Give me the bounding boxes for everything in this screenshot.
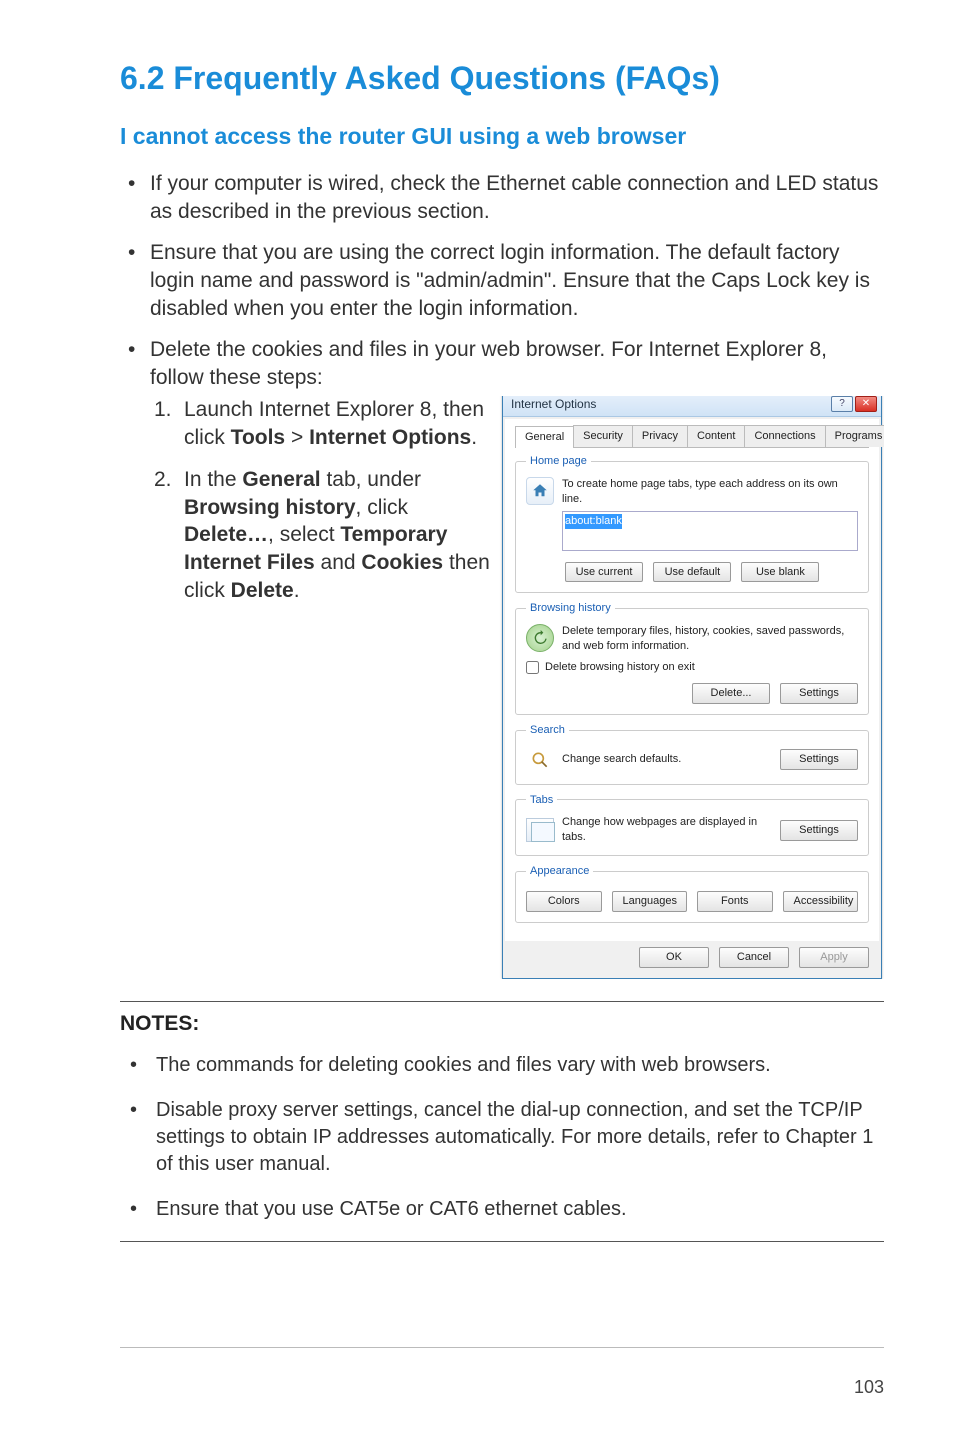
note-item: The commands for deleting cookies and fi… xyxy=(120,1052,884,1079)
step-number: 2. xyxy=(154,466,172,494)
accessibility-button[interactable]: Accessibility xyxy=(783,891,859,912)
browsing-history-group: Browsing history Delete temporary files,… xyxy=(515,601,869,714)
history-icon xyxy=(526,624,554,652)
steps-list: 1. Launch Internet Explorer 8, then clic… xyxy=(150,396,495,604)
step-text: , click xyxy=(356,496,409,519)
bullet-text: Delete the cookies and files in your web… xyxy=(150,338,827,389)
tabs-legend: Tabs xyxy=(526,793,557,808)
divider xyxy=(120,1241,884,1242)
tab-programs[interactable]: Programs xyxy=(825,425,884,447)
strong-browsing-history: Browsing history xyxy=(184,496,356,519)
delete-button[interactable]: Delete... xyxy=(692,683,770,704)
browsing-history-legend: Browsing history xyxy=(526,601,615,616)
sub-title: I cannot access the router GUI using a w… xyxy=(120,123,884,150)
internet-options-dialog: Internet Options ? ✕ General Security Pr… xyxy=(502,396,882,978)
use-current-button[interactable]: Use current xyxy=(565,562,644,583)
step-item: 1. Launch Internet Explorer 8, then clic… xyxy=(150,396,495,451)
bullet-item: Ensure that you are using the correct lo… xyxy=(120,239,884,324)
languages-button[interactable]: Languages xyxy=(612,891,688,912)
home-page-group: Home page To create home page tabs, type… xyxy=(515,454,869,593)
checkbox-label: Delete browsing history on exit xyxy=(545,660,695,675)
delete-on-exit-checkbox[interactable]: Delete browsing history on exit xyxy=(526,660,858,675)
apply-button[interactable]: Apply xyxy=(799,947,869,968)
checkbox-input[interactable] xyxy=(526,661,539,674)
search-desc: Change search defaults. xyxy=(562,752,772,767)
tabs-settings-button[interactable]: Settings xyxy=(780,820,858,841)
tab-connections[interactable]: Connections xyxy=(744,425,825,447)
search-settings-button[interactable]: Settings xyxy=(780,749,858,770)
tab-privacy[interactable]: Privacy xyxy=(632,425,688,447)
tab-strip: General Security Privacy Content Connect… xyxy=(515,425,869,448)
use-default-button[interactable]: Use default xyxy=(653,562,731,583)
ok-button[interactable]: OK xyxy=(639,947,709,968)
help-icon[interactable]: ? xyxy=(831,396,853,412)
step-text: > xyxy=(285,426,309,449)
history-settings-button[interactable]: Settings xyxy=(780,683,858,704)
page-number: 103 xyxy=(854,1377,884,1398)
tab-general[interactable]: General xyxy=(515,426,574,448)
step-number: 1. xyxy=(154,396,172,424)
step-text: In the xyxy=(184,468,242,491)
dialog-title: Internet Options xyxy=(511,396,596,412)
step-text: and xyxy=(315,551,362,574)
step-text: . xyxy=(471,426,477,449)
strong-delete: Delete xyxy=(231,579,294,602)
appearance-legend: Appearance xyxy=(526,864,593,879)
bullet-item: Delete the cookies and files in your web… xyxy=(120,336,884,979)
tabs-icon xyxy=(526,818,554,842)
divider xyxy=(120,1001,884,1002)
home-page-legend: Home page xyxy=(526,454,591,469)
tab-security[interactable]: Security xyxy=(573,425,633,447)
strong-tools: Tools xyxy=(231,426,285,449)
section-title: 6.2 Frequently Asked Questions (FAQs) xyxy=(120,60,884,97)
home-page-desc: To create home page tabs, type each addr… xyxy=(562,477,858,507)
step-text: , select xyxy=(268,523,340,546)
footer-rule xyxy=(120,1347,884,1348)
colors-button[interactable]: Colors xyxy=(526,891,602,912)
dialog-titlebar[interactable]: Internet Options ? ✕ xyxy=(503,396,881,417)
bullet-item: If your computer is wired, check the Eth… xyxy=(120,170,884,227)
appearance-group: Appearance Colors Languages Fonts Access… xyxy=(515,864,869,923)
home-page-url-value: about:blank xyxy=(565,514,622,529)
strong-delete-ellipsis: Delete… xyxy=(184,523,268,546)
home-icon xyxy=(526,477,554,505)
tabs-desc: Change how webpages are displayed in tab… xyxy=(562,815,772,845)
note-item: Disable proxy server settings, cancel th… xyxy=(120,1097,884,1178)
use-blank-button[interactable]: Use blank xyxy=(741,562,819,583)
fonts-button[interactable]: Fonts xyxy=(697,891,773,912)
search-icon xyxy=(526,746,554,774)
step-text: . xyxy=(294,579,300,602)
note-item: Ensure that you use CAT5e or CAT6 ethern… xyxy=(120,1196,884,1223)
strong-general: General xyxy=(242,468,320,491)
notes-heading: NOTES: xyxy=(120,1012,884,1036)
close-icon[interactable]: ✕ xyxy=(855,396,877,412)
tab-content[interactable]: Content xyxy=(687,425,746,447)
strong-internet-options: Internet Options xyxy=(309,426,471,449)
cancel-button[interactable]: Cancel xyxy=(719,947,789,968)
browsing-history-desc: Delete temporary files, history, cookies… xyxy=(562,624,858,654)
search-legend: Search xyxy=(526,723,569,738)
strong-cookies: Cookies xyxy=(361,551,443,574)
step-text: tab, under xyxy=(321,468,421,491)
main-bullet-list: If your computer is wired, check the Eth… xyxy=(120,170,884,979)
step-item: 2. In the General tab, under Browsing hi… xyxy=(150,466,495,605)
tabs-group: Tabs Change how webpages are displayed i… xyxy=(515,793,869,857)
notes-list: The commands for deleting cookies and fi… xyxy=(120,1052,884,1223)
search-group: Search Change search defaults. Settings xyxy=(515,723,869,785)
